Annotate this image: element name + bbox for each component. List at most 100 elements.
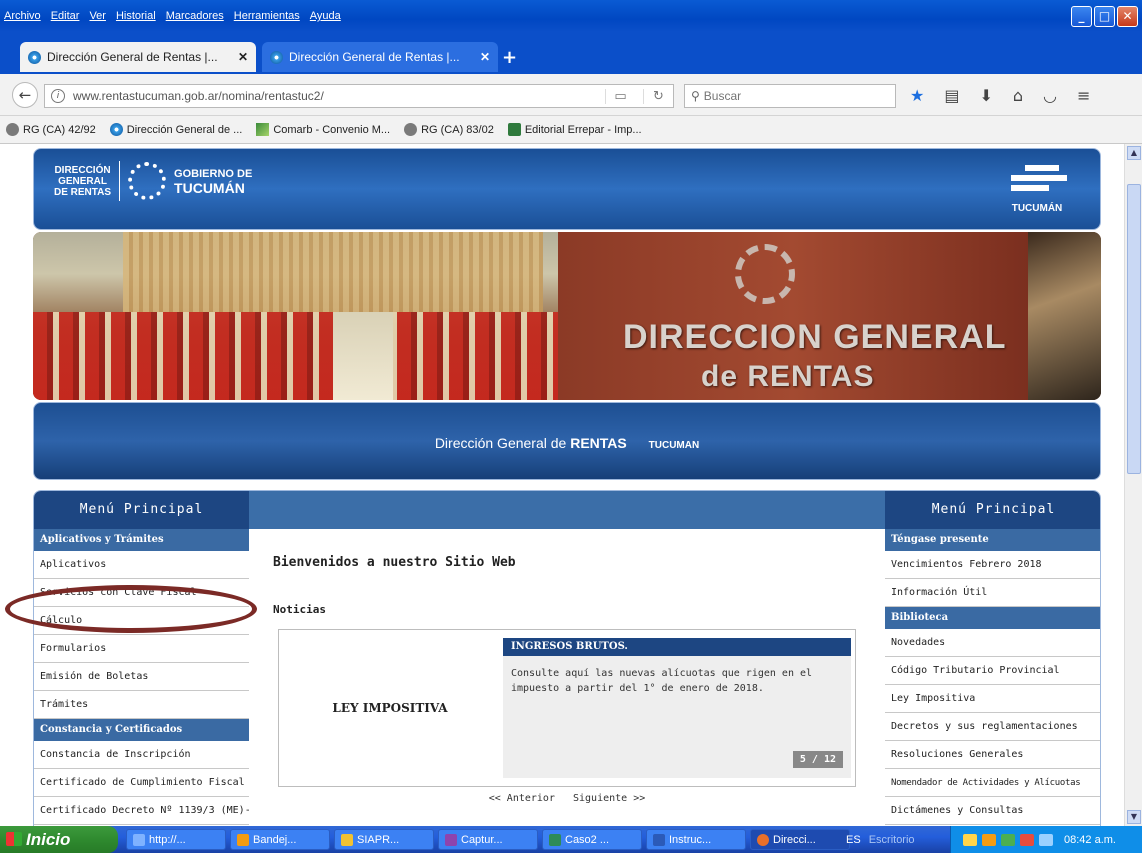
right-menu: Menú Principal Téngase presente Vencimie… xyxy=(885,491,1100,826)
taskbar-item[interactable]: SIAPR... xyxy=(334,829,434,850)
menu-item-ley-impositiva[interactable]: Ley Impositiva xyxy=(885,685,1100,713)
info-icon[interactable]: i xyxy=(51,89,65,103)
taskbar-item[interactable]: http://... xyxy=(126,829,226,850)
menu-marcadores[interactable]: Marcadores xyxy=(166,10,224,22)
minimize-button[interactable]: _ xyxy=(1071,6,1092,27)
scroll-thumb[interactable] xyxy=(1127,184,1141,474)
notification-area: 08:42 a.m. xyxy=(950,826,1142,853)
close-window-button[interactable]: ✕ xyxy=(1117,6,1138,27)
menu-historial[interactable]: Historial xyxy=(116,10,156,22)
tab-bar: Dirección General de Rentas |... ✕ Direc… xyxy=(0,32,1142,74)
tab-close-icon[interactable]: ✕ xyxy=(480,50,490,64)
address-bar[interactable]: i www.rentastucuman.gob.ar/nomina/rentas… xyxy=(44,84,674,108)
app-tray-icon[interactable] xyxy=(1001,833,1015,846)
taskbar-item[interactable]: Captur... xyxy=(438,829,538,850)
news-slide-detail[interactable]: INGRESOS BRUTOS. Consulte aquí las nueva… xyxy=(503,638,851,778)
emblem-icon xyxy=(735,244,795,304)
taskbar-item[interactable]: Direcci... xyxy=(750,829,850,850)
menu-item-decretos[interactable]: Decretos y sus reglamentaciones xyxy=(885,713,1100,741)
menu-item-certificado-cumplimiento[interactable]: Certificado de Cumplimiento Fiscal xyxy=(34,769,249,797)
bookmark-item[interactable]: Comarb - Convenio M... xyxy=(256,123,390,136)
tab-close-icon[interactable]: ✕ xyxy=(238,50,248,64)
search-input[interactable] xyxy=(703,89,884,103)
news-slide-title[interactable]: LEY IMPOSITIVA xyxy=(279,630,501,786)
tab-active[interactable]: Dirección General de Rentas |... ✕ xyxy=(20,42,256,72)
bookmark-star-icon[interactable]: ★ xyxy=(910,86,924,105)
bookmark-item[interactable]: Editorial Errepar - Imp... xyxy=(507,123,642,136)
reload-icon[interactable]: ↻ xyxy=(643,88,673,104)
bookmark-item[interactable]: RG (CA) 42/92 xyxy=(6,123,96,136)
bookmark-item[interactable]: Dirección General de ... xyxy=(109,123,242,136)
menu-item-formularios[interactable]: Formularios xyxy=(34,635,249,663)
menu-item-certificado-decreto[interactable]: Certificado Decreto Nº 1139/3 (ME)-10 xyxy=(34,797,249,825)
back-button[interactable]: ← xyxy=(12,82,38,108)
maximize-button[interactable]: □ xyxy=(1094,6,1115,27)
menu-item-codigo-tributario[interactable]: Código Tributario Provincial xyxy=(885,657,1100,685)
site-title-prefix: Dirección General de xyxy=(434,435,567,451)
news-counter: 5 / 12 xyxy=(792,751,843,768)
firefox-icon xyxy=(757,833,769,846)
word-icon xyxy=(653,833,665,846)
menu-item-novedades[interactable]: Novedades xyxy=(885,629,1100,657)
menu-ver[interactable]: Ver xyxy=(89,10,106,22)
page-scrollbar[interactable]: ▲ ▼ xyxy=(1124,144,1142,826)
comarb-icon xyxy=(256,123,270,136)
pocket-icon[interactable]: ◡ xyxy=(1043,86,1057,105)
menu-archivo[interactable]: Archivo xyxy=(4,10,41,22)
menu-item-dictamenes[interactable]: Dictámenes y Consultas xyxy=(885,797,1100,825)
site-favicon-icon xyxy=(28,50,41,64)
menu-item-nomendador[interactable]: Nomendador de Actividades y Alícuotas xyxy=(885,769,1100,797)
home-icon[interactable]: ⌂ xyxy=(1013,86,1023,105)
bookmark-item[interactable]: RG (CA) 83/02 xyxy=(404,123,494,136)
menu-item-calculo[interactable]: Cálculo xyxy=(34,607,249,635)
menu-item-emision-boletas[interactable]: Emisión de Boletas xyxy=(34,663,249,691)
winrar-icon xyxy=(445,833,457,846)
hamburger-menu-icon[interactable]: ≡ xyxy=(1077,86,1090,105)
dgr-logo[interactable]: DIRECCIÓN GENERAL DE RENTAS GOBIERNO DE … xyxy=(54,161,252,201)
menu-item-aplicativos[interactable]: Aplicativos xyxy=(34,551,249,579)
tab-inactive[interactable]: Dirección General de Rentas |... ✕ xyxy=(262,42,498,72)
menu-item-constancia-inscripcion[interactable]: Constancia de Inscripción xyxy=(34,741,249,769)
mail-icon[interactable] xyxy=(963,833,977,846)
outlook-tray-icon[interactable] xyxy=(982,833,996,846)
outlook-icon xyxy=(237,833,249,846)
language-indicator[interactable]: ES xyxy=(846,834,861,846)
browser-window: Archivo Editar Ver Historial Marcadores … xyxy=(0,0,1142,853)
desktop-toolbar[interactable]: Escritorio xyxy=(869,834,915,846)
banner-image: DIRECCION GENERAL de RENTAS xyxy=(33,232,1101,400)
security-tray-icon[interactable] xyxy=(1020,833,1034,846)
menu-item-servicios-clave-fiscal[interactable]: Servicios con Clave Fiscal xyxy=(34,579,249,607)
errepar-icon xyxy=(507,123,521,136)
next-link[interactable]: Siguiente >> xyxy=(573,793,645,804)
search-box[interactable]: ⚲ xyxy=(684,84,896,108)
url-text[interactable]: www.rentastucuman.gob.ar/nomina/rentastu… xyxy=(73,89,597,103)
scroll-up-icon[interactable]: ▲ xyxy=(1127,146,1141,160)
new-tab-button[interactable]: + xyxy=(502,47,517,68)
menu-herramientas[interactable]: Herramientas xyxy=(234,10,300,22)
banner-text-line1: DIRECCION GENERAL xyxy=(623,318,1007,356)
download-icon[interactable]: ⬇ xyxy=(979,86,992,105)
folder-icon xyxy=(341,833,353,846)
menu-item-tramites[interactable]: Trámites xyxy=(34,691,249,719)
start-button[interactable]: Inicio xyxy=(0,826,118,853)
bookmarks-library-icon[interactable]: ▤ xyxy=(944,86,959,105)
tab-label: Dirección General de Rentas |... xyxy=(289,50,460,64)
prev-link[interactable]: << Anterior xyxy=(489,793,555,804)
clock: 08:42 a.m. xyxy=(1064,833,1116,846)
reader-view-icon[interactable]: ▭ xyxy=(605,88,635,104)
menu-ayuda[interactable]: Ayuda xyxy=(310,10,341,22)
taskbar-item[interactable]: Bandej... xyxy=(230,829,330,850)
welcome-heading: Bienvenidos a nuestro Sitio Web xyxy=(273,555,516,570)
site-title-strong: RENTAS xyxy=(570,435,627,451)
arrow-left-icon: ← xyxy=(18,86,32,104)
taskbar-item[interactable]: Instruc... xyxy=(646,829,746,850)
menu-item-resoluciones[interactable]: Resoluciones Generales xyxy=(885,741,1100,769)
menu-item-vencimientos[interactable]: Vencimientos Febrero 2018 xyxy=(885,551,1100,579)
taskbar-item[interactable]: Caso2 ... xyxy=(542,829,642,850)
menu-editar[interactable]: Editar xyxy=(51,10,80,22)
network-tray-icon[interactable] xyxy=(1039,833,1053,846)
windows-taskbar: Inicio http://... Bandej... SIAPR... Cap… xyxy=(0,826,1142,853)
site-favicon-icon xyxy=(109,123,123,136)
menu-item-informacion-util[interactable]: Información Útil xyxy=(885,579,1100,607)
scroll-down-icon[interactable]: ▼ xyxy=(1127,810,1141,824)
